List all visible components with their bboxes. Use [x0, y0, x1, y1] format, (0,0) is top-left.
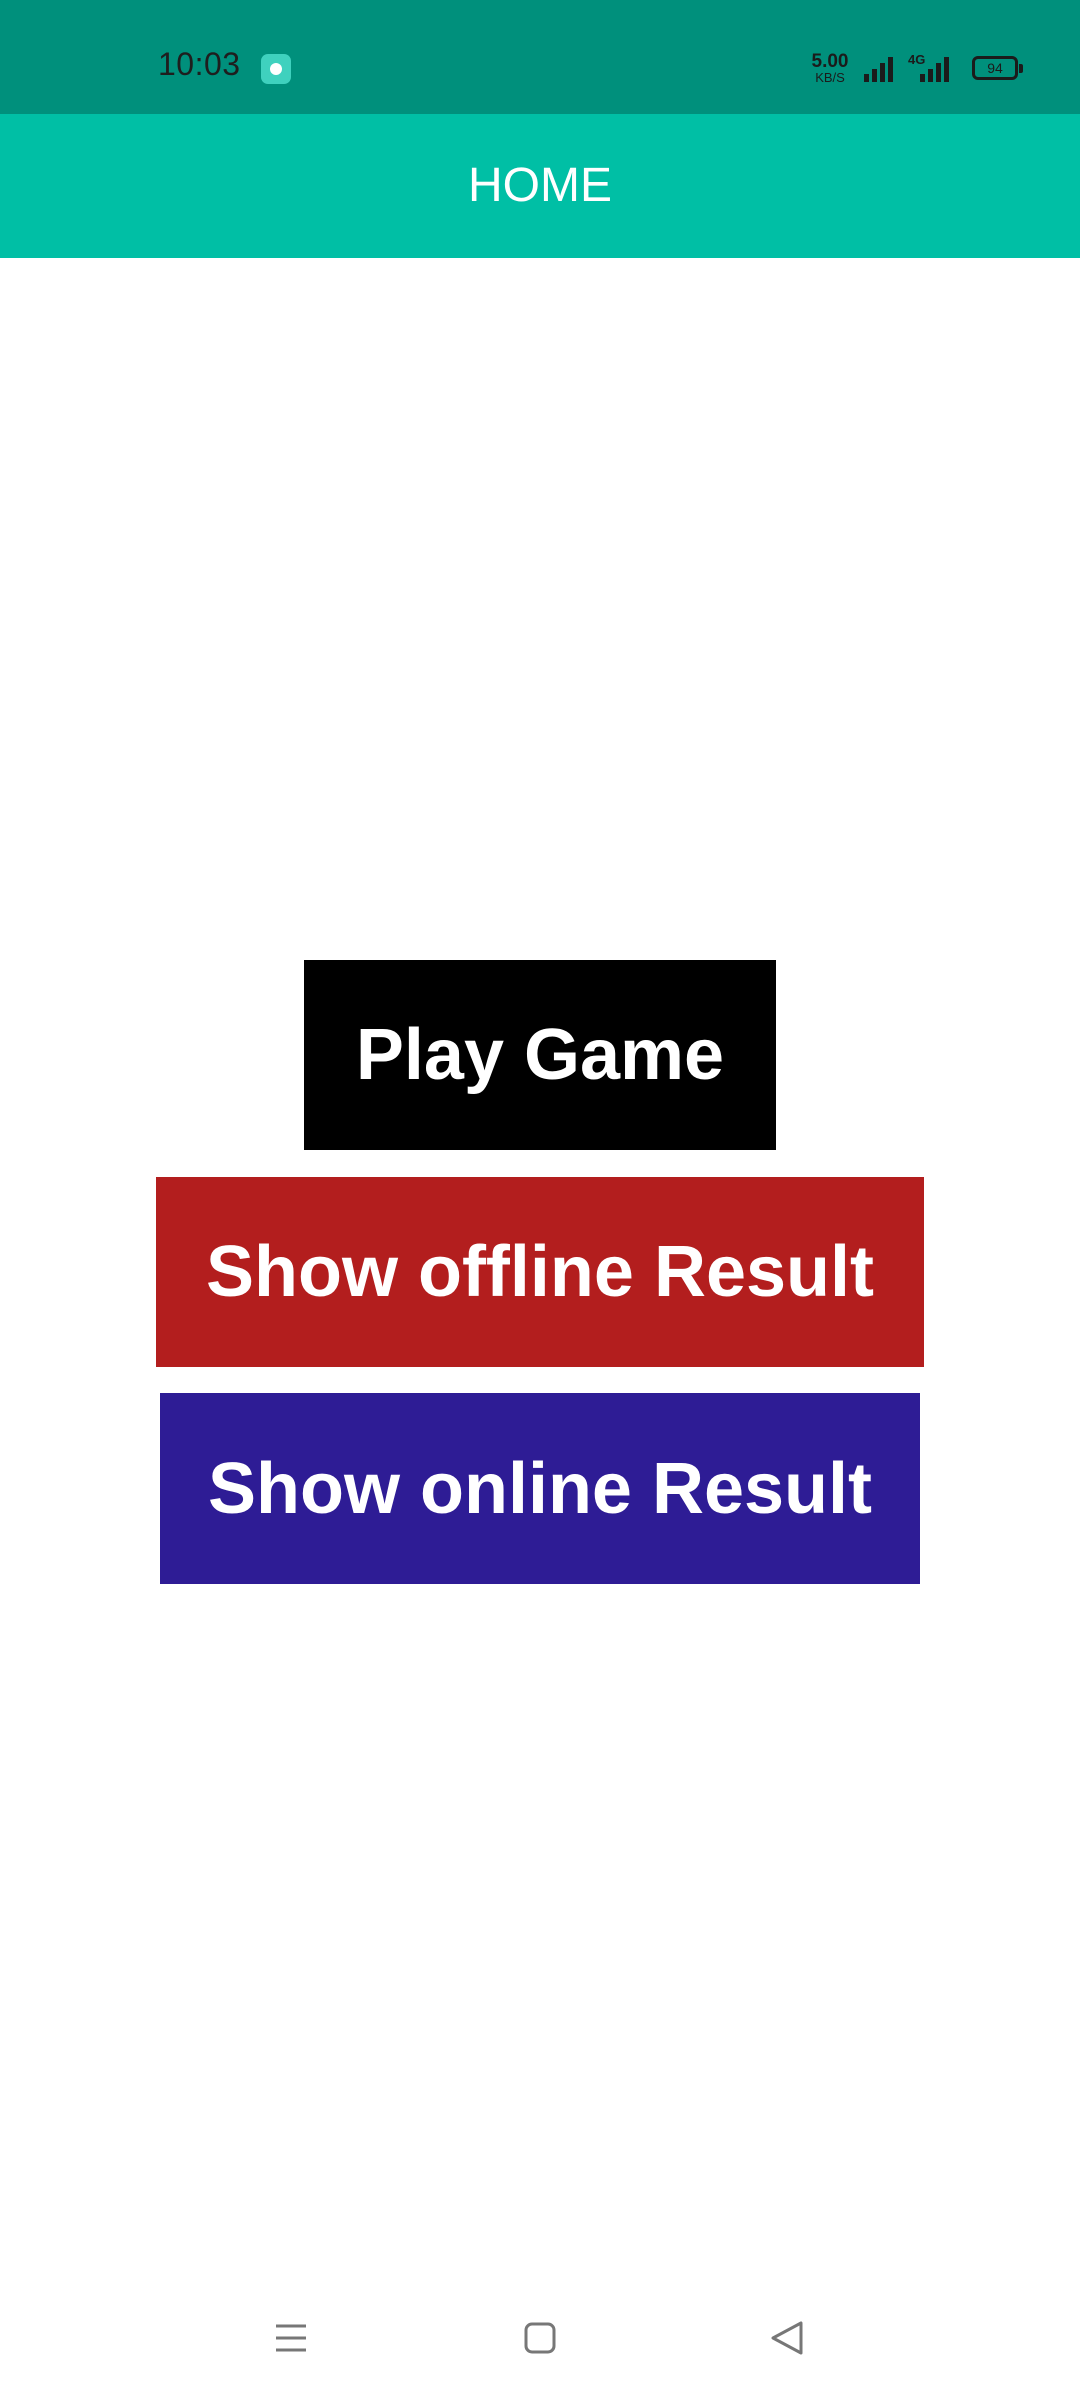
page-title: HOME — [468, 159, 612, 212]
play-game-button[interactable]: Play Game — [304, 960, 776, 1150]
status-time: 10:03 — [158, 46, 241, 82]
status-bar: 10:03 5.00 KB/S 4G 94 — [0, 0, 1080, 114]
show-online-result-button[interactable]: Show online Result — [160, 1393, 920, 1584]
navigation-bar — [0, 2280, 1080, 2400]
back-icon[interactable] — [728, 2280, 848, 2400]
battery-icon: 94 — [972, 56, 1023, 80]
battery-level: 94 — [987, 60, 1003, 76]
signal-4g-icon — [920, 57, 949, 82]
signal-icon — [864, 57, 893, 82]
network-speed-value: 5.00 — [811, 51, 849, 72]
network-speed-unit: KB/S — [815, 70, 845, 85]
menu-icon[interactable] — [231, 2280, 351, 2400]
show-offline-result-button[interactable]: Show offline Result — [156, 1177, 924, 1367]
app-bar: HOME — [0, 114, 1080, 258]
app-notification-icon — [261, 54, 291, 84]
network-speed: 5.00 KB/S — [806, 52, 854, 84]
home-icon[interactable] — [480, 2280, 600, 2400]
